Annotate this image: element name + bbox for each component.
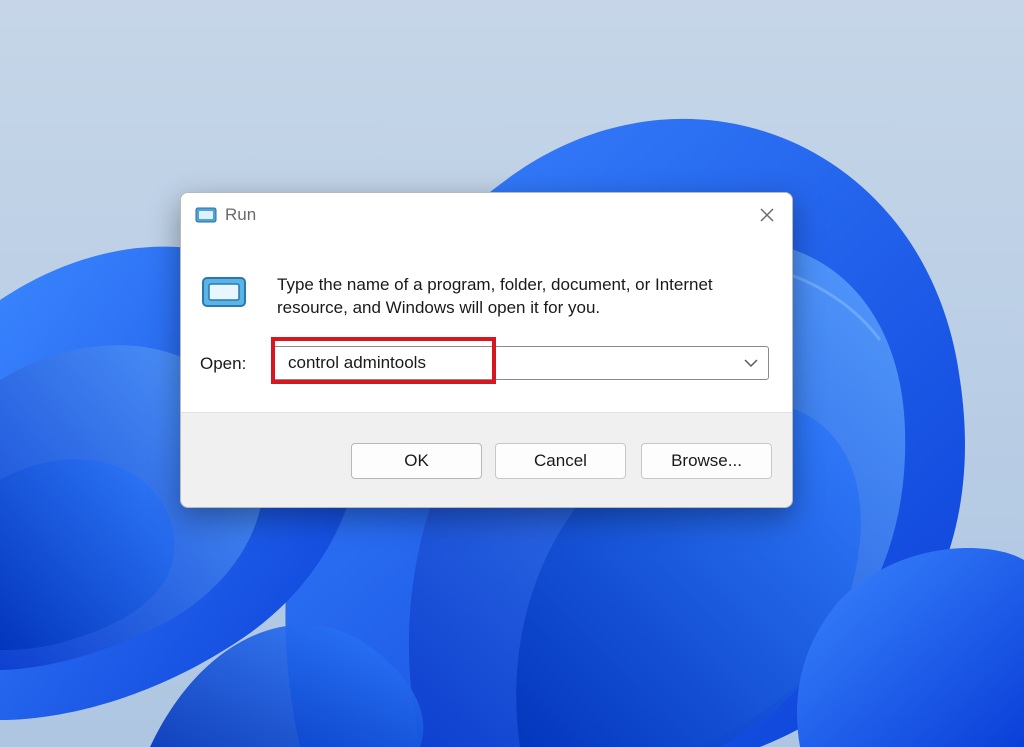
run-dialog: Run Type the name of a program, folder, … <box>180 192 793 508</box>
open-input[interactable] <box>272 347 732 379</box>
run-icon <box>195 207 217 223</box>
title-bar[interactable]: Run <box>181 193 792 239</box>
ok-button[interactable]: OK <box>351 443 482 479</box>
dropdown-button[interactable] <box>738 351 764 375</box>
dialog-content: Type the name of a program, folder, docu… <box>181 239 792 413</box>
close-icon <box>760 208 774 222</box>
browse-button[interactable]: Browse... <box>641 443 772 479</box>
open-combobox[interactable] <box>271 346 769 380</box>
cancel-button[interactable]: Cancel <box>495 443 626 479</box>
chevron-down-icon <box>744 359 758 368</box>
dialog-title: Run <box>225 205 257 224</box>
open-label: Open: <box>200 354 247 373</box>
close-button[interactable] <box>752 201 782 229</box>
dialog-description: Type the name of a program, folder, docu… <box>277 275 713 317</box>
run-icon <box>202 277 246 307</box>
